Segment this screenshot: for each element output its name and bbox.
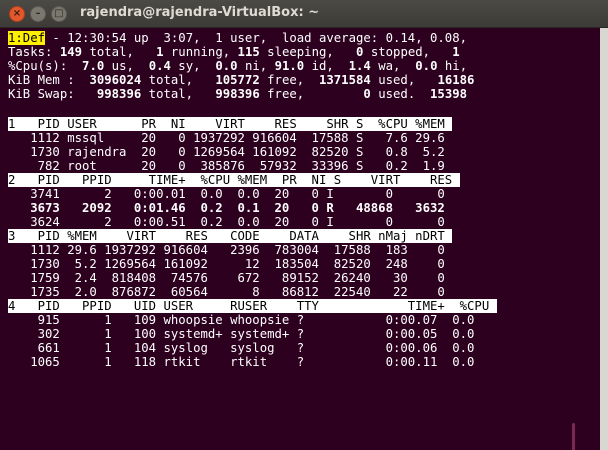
summary-label: free, [259, 73, 319, 87]
window4-row: 302 1 100 systemd+ systemd+ ? 0:00.05 0.… [8, 327, 475, 341]
window4-row: 1065 1 118 rtkit rtkit ? 0:00.11 0.0 [8, 355, 475, 369]
summary-value: 1 [156, 45, 164, 59]
window3-header: 3 PID %MEM VIRT RES CODE DATA SHR nMaj n… [8, 229, 453, 243]
summary-label: used, [370, 73, 438, 87]
maximize-icon[interactable]: □ [51, 6, 67, 22]
window2-row: 3673 2092 0:01.46 0.2 0.1 20 0 R 48868 3… [8, 201, 445, 215]
summary-label: wa, [370, 59, 416, 73]
window3-row: 1112 29.6 1937292 916604 2396 783004 175… [8, 243, 445, 257]
window1-header-text: 1 PID USER PR NI VIRT RES SHR S %CPU %ME… [8, 117, 453, 131]
window1-row: 1112 mssql 20 0 1937292 916604 17588 S 7… [8, 131, 445, 145]
window3-row: 1735 2.0 876872 60564 8 86812 22540 22 0 [8, 285, 445, 299]
window2-header: 2 PID PPID TIME+ %CPU %MEM PR NI S VIRT … [8, 173, 460, 187]
summary-value: 149 [59, 45, 83, 59]
summary-label: total, [82, 45, 157, 59]
summary-label: total, [141, 87, 216, 101]
summary-line-swap: KiB Swap: 998396 total, 998396 free, 0 u… [8, 87, 467, 101]
summary-label: ni, [237, 59, 275, 73]
summary-label: %Cpu(s): [8, 59, 83, 73]
summary-value: 91.0 [274, 59, 305, 73]
summary-value: 998396 [215, 87, 260, 101]
window3-row: 1759 2.4 818408 74576 672 89152 26240 30… [8, 271, 445, 285]
close-icon[interactable]: × [9, 6, 25, 22]
summary-label: KiB Mem : [8, 73, 90, 87]
window3-row: 1730 5.2 1269564 161092 12 183504 82520 … [8, 257, 445, 271]
title-bar[interactable]: × – □ rajendra@rajendra-VirtualBox: ~ [0, 0, 608, 28]
window2-row: 3624 2 0:00.51 0.2 0.0 20 0 I 0 0 [8, 215, 445, 229]
summary-value: 0.4 [148, 59, 171, 73]
minimize-icon[interactable]: – [30, 6, 46, 22]
summary-value: 0 [363, 87, 371, 101]
window1-row: 782 root 20 0 385876 57932 33396 S 0.2 1… [8, 159, 445, 173]
window4-header: 4 PID PPID UID USER RUSER TTY TIME+ %CPU [8, 299, 497, 313]
summary-label: Tasks: [8, 45, 60, 59]
summary-value: 1.4 [348, 59, 371, 73]
field-group-label: 1:Def [8, 31, 46, 45]
summary-label: hi, [437, 59, 468, 73]
summary-value: 115 [237, 45, 260, 59]
window4-row: 915 1 109 whoopsie whoopsie ? 0:00.07 0.… [8, 313, 475, 327]
summary-label: us, [104, 59, 149, 73]
summary-value: 1371584 [318, 73, 371, 87]
summary-line-uptime: 1:Def - 12:30:54 up 3:07, 1 user, load a… [8, 31, 467, 45]
window4-row: 661 1 104 syslog syslog ? 0:00.06 0.0 [8, 341, 475, 355]
summary-value: 15398 [430, 87, 468, 101]
terminal-output[interactable]: 1:Def - 12:30:54 up 3:07, 1 user, load a… [0, 28, 608, 450]
window4-header-text: 4 PID PPID UID USER RUSER TTY TIME+ %CPU [8, 299, 497, 313]
window2-row: 3741 2 0:00.01 0.0 0.0 20 0 I 0 0 [8, 187, 445, 201]
window2-header-text: 2 PID PPID TIME+ %CPU %MEM PR NI S VIRT … [8, 173, 460, 187]
summary-value: 998396 [96, 87, 142, 101]
summary-value: 7.0 [82, 59, 105, 73]
summary-value: 0.0 [415, 59, 438, 73]
uptime-text: - 12:30:54 up 3:07, 1 user, load average… [45, 31, 468, 45]
window-edge [600, 28, 608, 450]
summary-line-tasks: Tasks: 149 total, 1 running, 115 sleepin… [8, 45, 460, 59]
summary-label: free, [259, 87, 364, 101]
summary-value: 3096024 [89, 73, 142, 87]
summary-label: sleeping, [259, 45, 357, 59]
summary-line-mem: KiB Mem : 3096024 total, 105772 free, 13… [8, 73, 474, 87]
summary-label: used. [370, 87, 431, 101]
summary-value: 16186 [437, 73, 475, 87]
summary-label: id, [304, 59, 349, 73]
window-title: rajendra@rajendra-VirtualBox: ~ [80, 5, 320, 20]
window1-row: 1730 rajendra 20 0 1269564 161092 82520 … [8, 145, 445, 159]
scrollbar-thumb[interactable] [572, 423, 575, 450]
summary-line-cpu: %Cpu(s): 7.0 us, 0.4 sy, 0.0 ni, 91.0 id… [8, 59, 467, 73]
summary-label: running, [163, 45, 238, 59]
summary-value: 105772 [215, 73, 260, 87]
summary-value: 1 [452, 45, 460, 59]
summary-label: KiB Swap: [8, 87, 97, 101]
summary-label: total, [141, 73, 216, 87]
terminal-window: × – □ rajendra@rajendra-VirtualBox: ~ 1:… [0, 0, 608, 450]
summary-label: stopped, [363, 45, 453, 59]
window1-header: 1 PID USER PR NI VIRT RES SHR S %CPU %ME… [8, 117, 453, 131]
window3-header-text: 3 PID %MEM VIRT RES CODE DATA SHR nMaj n… [8, 229, 453, 243]
summary-label: sy, [170, 59, 216, 73]
summary-value: 0.0 [215, 59, 238, 73]
